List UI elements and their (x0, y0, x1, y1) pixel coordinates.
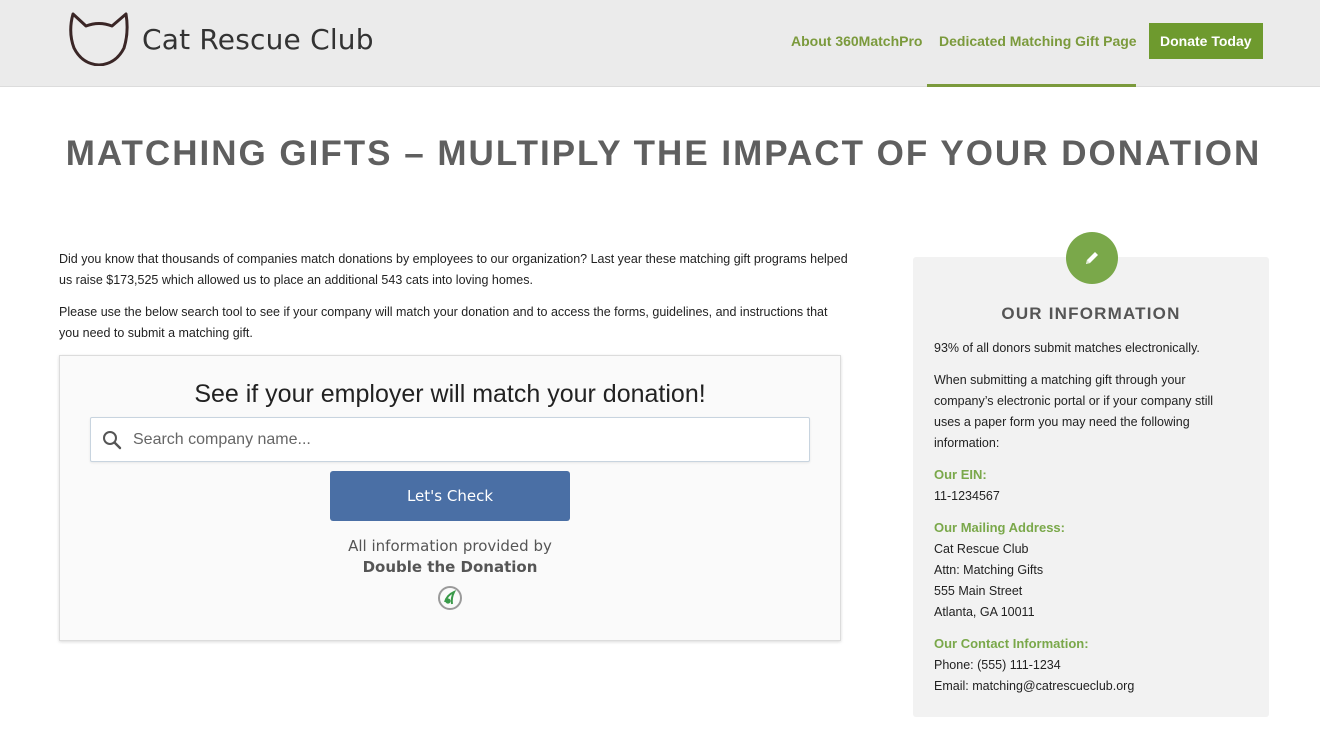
pencil-icon (1086, 252, 1098, 264)
nav-dedicated-matching-gift-page[interactable]: Dedicated Matching Gift Page (939, 33, 1137, 49)
employer-match-search-widget: See if your employer will match your don… (59, 355, 841, 641)
intro-paragraph: Did you know that thousands of companies… (59, 252, 848, 287)
phone-text: Phone: (555) 111-1234 (934, 658, 1061, 672)
nav-about-360matchpro[interactable]: About 360MatchPro (791, 33, 922, 49)
email-text[interactable]: Email: matching@catrescueclub.org (934, 676, 1244, 697)
submission-note-text: When submitting a matching gift through … (934, 373, 1214, 450)
donate-today-button[interactable]: Donate Today (1149, 23, 1263, 59)
site-logo[interactable]: Cat Rescue Club (68, 12, 374, 66)
ein-value: 11-1234567 (934, 489, 1000, 503)
address-line: Atlanta, GA 10011 (934, 605, 1035, 619)
nav-active-indicator (927, 84, 1136, 87)
search-icon (103, 431, 122, 450)
double-the-donation-logo-icon[interactable] (437, 585, 463, 611)
mailing-address-label: Our Mailing Address: (934, 520, 1065, 535)
ein-label: Our EIN: (934, 467, 987, 482)
cat-head-icon (69, 12, 129, 66)
company-search-input[interactable] (131, 427, 795, 453)
instructions-paragraph: Please use the below search tool to see … (59, 305, 828, 340)
address-line: 555 Main Street (934, 584, 1023, 598)
our-information-title: OUR INFORMATION (1001, 304, 1181, 323)
address-line: Cat Rescue Club (934, 542, 1029, 556)
electronic-stat-text: 93% of all donors submit matches electro… (934, 341, 1200, 355)
provider-name[interactable]: Double the Donation (60, 558, 840, 576)
provided-by-text: All information provided by (348, 537, 552, 555)
logo-text: Cat Rescue Club (142, 22, 374, 56)
lets-check-button[interactable]: Let's Check (330, 471, 570, 521)
address-line: Attn: Matching Gifts (934, 563, 1044, 577)
pencil-badge (1066, 232, 1118, 284)
contact-info-label: Our Contact Information: (934, 636, 1089, 651)
page-title: MATCHING GIFTS – MULTIPLY THE IMPACT OF … (65, 134, 1262, 173)
search-box[interactable] (90, 417, 810, 462)
site-header: Cat Rescue Club About 360MatchPro Dedica… (0, 0, 1320, 87)
widget-heading: See if your employer will match your don… (194, 380, 706, 408)
